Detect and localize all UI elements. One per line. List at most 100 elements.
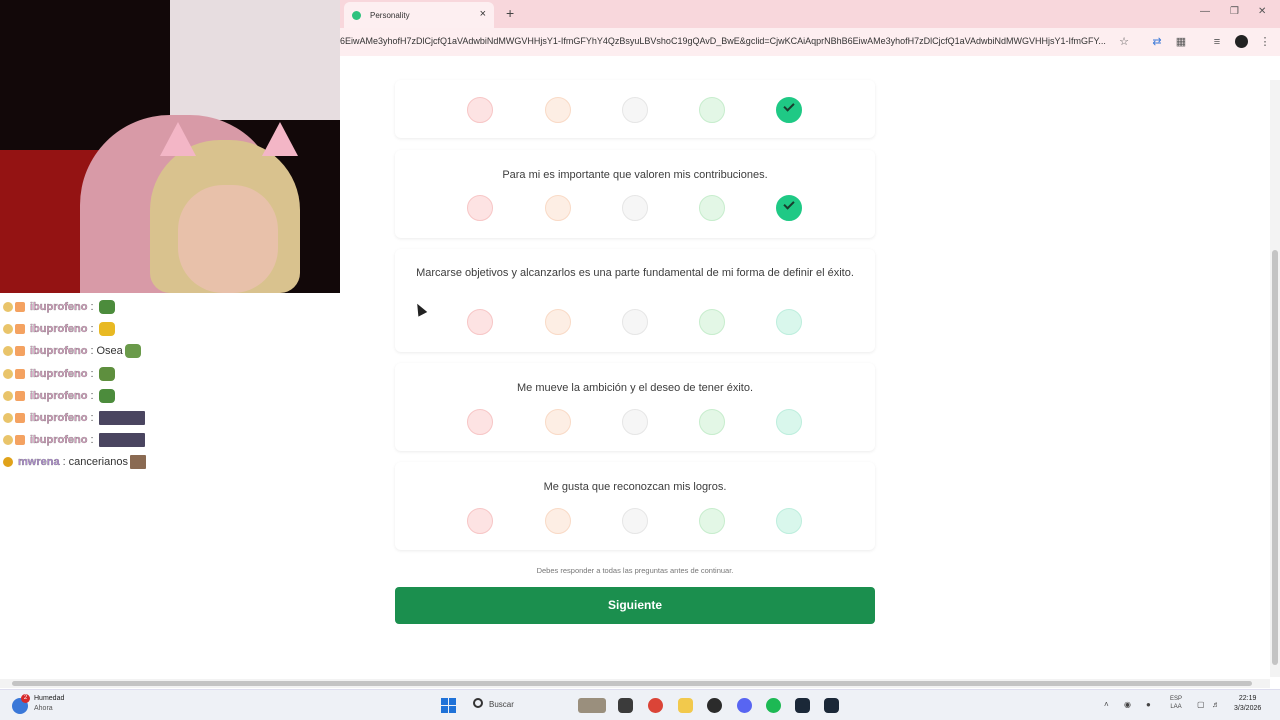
option-strongly-disagree[interactable] — [467, 508, 493, 534]
chat-username: ibuprofeno — [30, 389, 88, 402]
chrome-app-icon[interactable] — [648, 698, 663, 713]
option-disagree[interactable] — [545, 97, 571, 123]
checkmark-icon — [783, 198, 795, 210]
stream-chat: ibuprofeno : ibuprofeno : ibuprofeno : O… — [0, 296, 340, 474]
translate-icon[interactable]: ⇄ — [1150, 35, 1164, 49]
required-note: Debes responder a todas las preguntas an… — [536, 566, 734, 575]
taskbar-search[interactable]: Buscar — [489, 700, 514, 709]
gift-badge-icon — [15, 324, 25, 335]
option-neutral[interactable] — [622, 309, 648, 335]
option-strongly-disagree[interactable] — [467, 409, 493, 435]
option-strongly-disagree[interactable] — [467, 97, 493, 123]
option-strongly-agree[interactable] — [776, 195, 802, 221]
extensions-icon[interactable]: ▦ — [1174, 35, 1188, 49]
question-card: Marcarse objetivos y alcanzarlos es una … — [395, 249, 875, 352]
answer-options — [467, 97, 803, 123]
new-tab-button[interactable]: + — [506, 5, 514, 21]
chat-username: ibuprofeno — [30, 345, 88, 358]
option-agree[interactable] — [699, 309, 725, 335]
option-agree[interactable] — [699, 97, 725, 123]
horizontal-scrollbar[interactable] — [0, 679, 1270, 688]
media-control-icon[interactable]: ≡ — [1210, 35, 1224, 49]
question-text: Me gusta que reconozcan mis logros. — [543, 481, 727, 493]
tab-personality[interactable]: Personality × — [344, 2, 494, 28]
horizontal-scroll-thumb[interactable] — [12, 681, 1252, 686]
chat-separator: : — [90, 412, 94, 425]
file-explorer-icon[interactable] — [678, 698, 693, 713]
clip-image-icon — [98, 433, 145, 448]
question-text: Para mi es importante que valoren mis co… — [502, 169, 768, 181]
language-code: ESP — [1170, 696, 1183, 702]
chat-text: cancerianos — [68, 456, 128, 469]
portrait-emote-icon — [129, 455, 146, 470]
network-icon[interactable]: ◉ — [1124, 700, 1131, 709]
option-agree[interactable] — [699, 409, 725, 435]
volume-icon[interactable]: ♬ — [1212, 700, 1220, 709]
option-strongly-agree[interactable] — [776, 97, 802, 123]
profile-avatar[interactable] — [1235, 35, 1248, 48]
option-disagree[interactable] — [545, 409, 571, 435]
option-neutral[interactable] — [622, 195, 648, 221]
vertical-scrollbar[interactable] — [1270, 80, 1280, 677]
option-neutral[interactable] — [622, 508, 648, 534]
next-button[interactable]: Siguiente — [395, 587, 875, 624]
menu-icon[interactable]: ⋮ — [1258, 35, 1272, 49]
sub-badge-icon — [3, 368, 13, 379]
option-neutral[interactable] — [622, 409, 648, 435]
minimize-icon[interactable]: — — [1200, 6, 1210, 17]
restore-icon[interactable]: ❐ — [1230, 6, 1239, 17]
bookmark-star-icon[interactable]: ☆ — [1117, 35, 1131, 49]
pepe-emote-icon — [98, 388, 115, 403]
terminal-app-icon[interactable] — [618, 698, 633, 713]
option-neutral[interactable] — [622, 97, 648, 123]
option-agree[interactable] — [699, 195, 725, 221]
chat-message: ibuprofeno : — [0, 363, 340, 385]
sub-badge-icon — [3, 346, 13, 357]
chat-separator: : — [62, 456, 66, 469]
question-card: Me mueve la ambición y el deseo de tener… — [395, 363, 875, 451]
option-strongly-disagree[interactable] — [467, 195, 493, 221]
chat-username: mwrena — [18, 456, 60, 469]
option-disagree[interactable] — [545, 508, 571, 534]
address-bar[interactable]: 6EiwAMe3yhofH7zDlCjcfQ1aVAdwbiNdMWGVHHjs… — [340, 36, 1108, 50]
language-indicator[interactable]: ESP LAA — [1170, 695, 1182, 711]
option-strongly-agree[interactable] — [776, 409, 802, 435]
option-agree[interactable] — [699, 508, 725, 534]
option-disagree[interactable] — [545, 309, 571, 335]
clock-time: 22:19 — [1238, 695, 1257, 702]
steam-app-icon-2[interactable] — [824, 698, 839, 713]
option-strongly-agree[interactable] — [776, 508, 802, 534]
start-menu-icon[interactable] — [441, 698, 456, 713]
question-text: Me mueve la ambición y el deseo de tener… — [516, 382, 754, 394]
close-window-icon[interactable]: ✕ — [1258, 6, 1266, 17]
vertical-scroll-thumb[interactable] — [1272, 250, 1278, 665]
tab-close-button[interactable]: × — [480, 8, 486, 20]
answer-options — [467, 409, 803, 435]
gift-badge-icon — [15, 390, 25, 401]
gift-badge-icon — [15, 413, 25, 424]
chat-message: ibuprofeno : — [0, 429, 340, 451]
chat-username: ibuprofeno — [30, 434, 88, 447]
tab-title: Personality — [370, 11, 410, 20]
frog-emote-icon — [98, 366, 115, 381]
chat-separator: : — [90, 389, 94, 402]
steam-app-icon[interactable] — [795, 698, 810, 713]
chat-separator: : — [90, 345, 94, 358]
clip-image-icon — [98, 411, 145, 426]
sub-badge-icon — [3, 390, 13, 401]
display-icon[interactable]: ▢ — [1197, 700, 1205, 709]
spotify-app-icon[interactable] — [766, 698, 781, 713]
tray-overflow-icon[interactable]: ˄ — [1104, 700, 1109, 709]
chat-message: ibuprofeno : — [0, 318, 340, 340]
clock[interactable]: 22:19 3/3/2026 — [1234, 694, 1261, 714]
microphone-icon[interactable]: ● — [1146, 700, 1151, 709]
obs-app-icon[interactable] — [707, 698, 722, 713]
option-disagree[interactable] — [545, 195, 571, 221]
weather-title[interactable]: Humedad — [34, 695, 64, 702]
search-icon[interactable] — [473, 698, 483, 708]
option-strongly-disagree[interactable] — [467, 309, 493, 335]
discord-app-icon[interactable] — [737, 698, 752, 713]
option-strongly-agree[interactable] — [776, 309, 802, 335]
sub-badge-icon — [3, 302, 13, 313]
chat-separator: : — [90, 323, 94, 336]
